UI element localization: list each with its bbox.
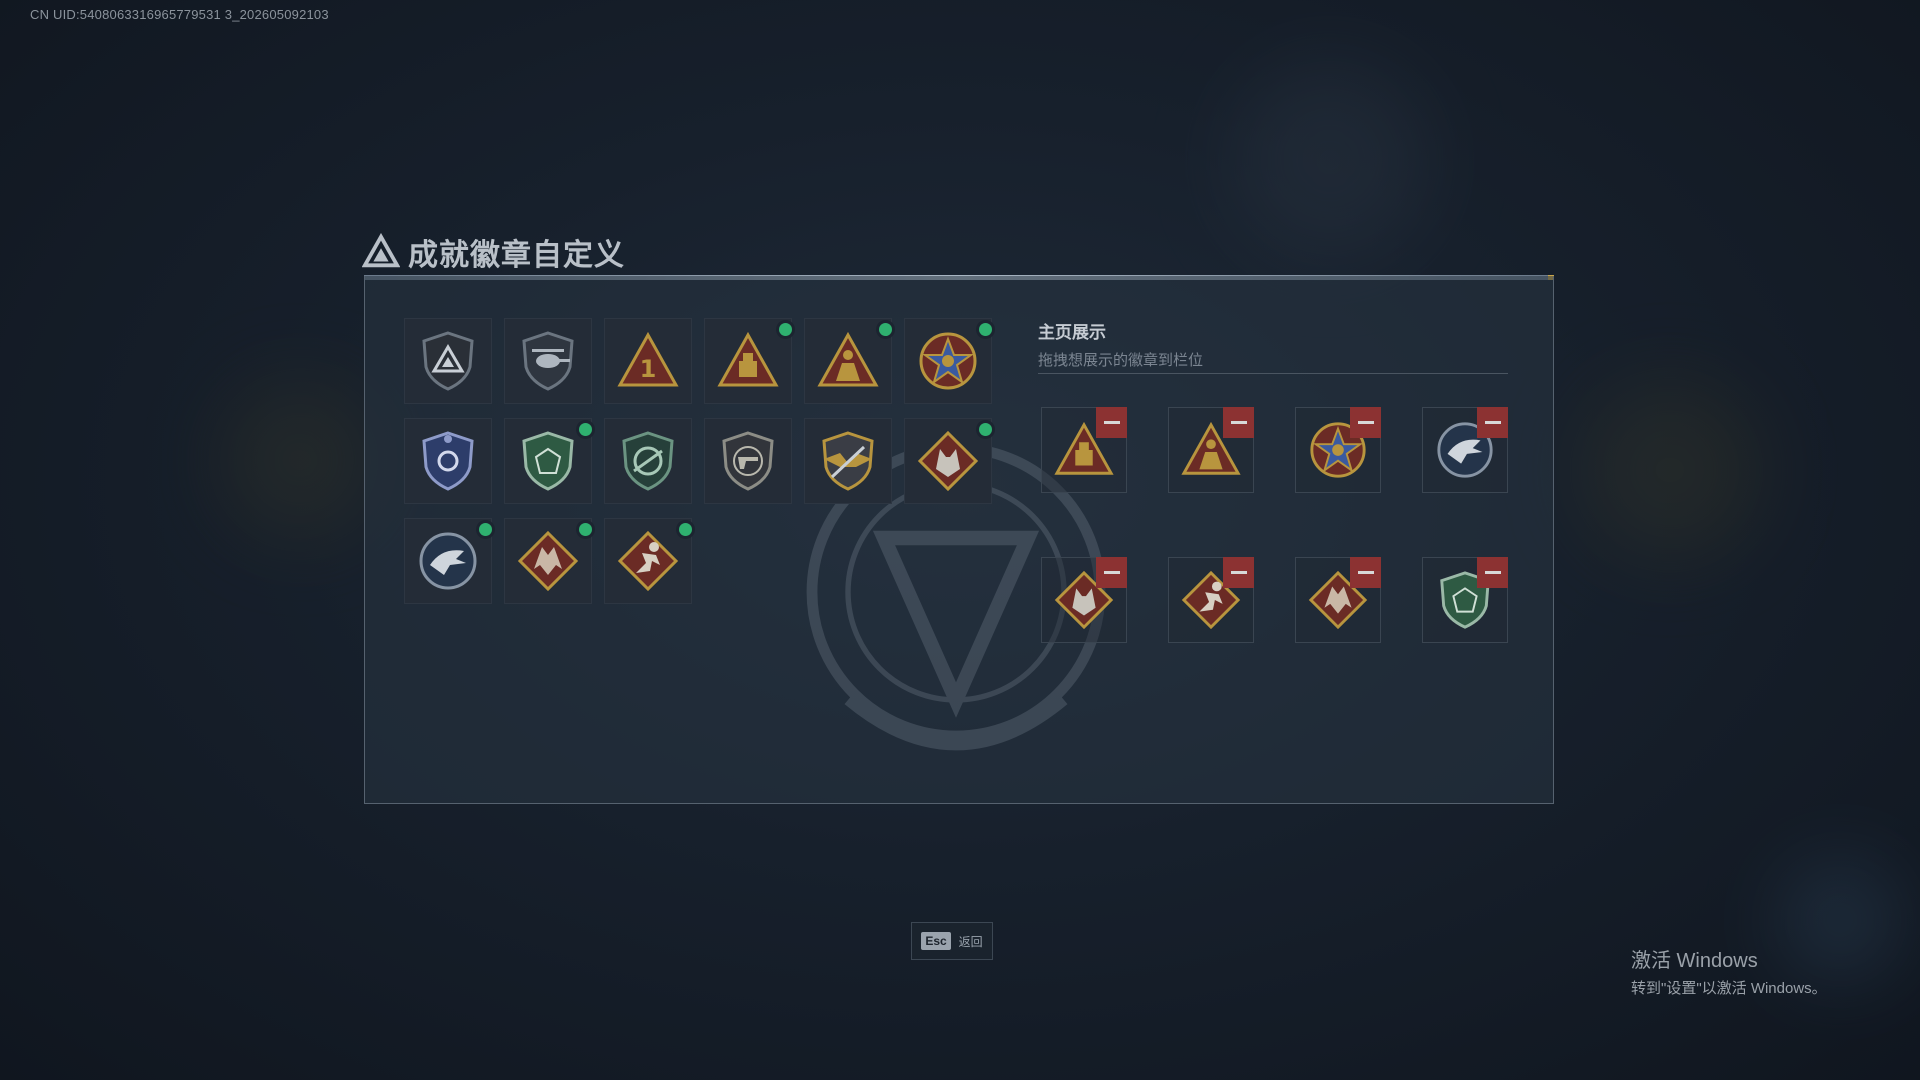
badge-cell[interactable] [404,318,492,404]
showcase-slot[interactable] [1422,407,1508,493]
windows-activation-notice: 激活 Windows 转到"设置"以激活 Windows。 [1631,944,1827,998]
star-medal-badge-icon [919,332,977,390]
helicopter-shield-badge-icon [522,331,574,391]
badge-cell[interactable] [704,318,792,404]
runner-diamond-badge-icon [617,530,679,592]
equipped-dot [979,323,992,336]
page-title: 成就徽章自定义 [408,238,625,273]
page-header: 成就徽章自定义 [362,230,625,274]
badge-cell[interactable] [404,418,492,504]
esc-key-hint: Esc [921,932,951,950]
badge-cell[interactable] [504,318,592,404]
badge-cell[interactable]: 1 [604,318,692,404]
equipped-dot [979,423,992,436]
badge-cell[interactable] [604,418,692,504]
activation-title: 激活 Windows [1631,950,1758,972]
remove-badge-button[interactable] [1096,557,1127,588]
remove-badge-button[interactable] [1350,557,1381,588]
showcase-slot[interactable] [1422,557,1508,643]
eagle-circle-badge-icon [419,532,477,590]
badge-cell[interactable] [904,318,992,404]
equipped-dot [679,523,692,536]
badge-cell[interactable] [804,318,892,404]
equipped-dot [479,523,492,536]
remove-badge-button[interactable] [1096,407,1127,438]
showcase-slot[interactable] [1168,557,1254,643]
badge-cell[interactable] [804,418,892,504]
activation-subtitle: 转到"设置"以激活 Windows。 [1631,980,1827,997]
equipped-dot [579,523,592,536]
showcase-divider [1038,373,1508,374]
showcase-slot[interactable] [1041,407,1127,493]
remove-badge-button[interactable] [1223,407,1254,438]
svg-text:1: 1 [640,355,657,383]
remove-badge-button[interactable] [1350,407,1381,438]
equipped-dot [579,423,592,436]
showcase-subtitle: 拖拽想展示的徽章到栏位 [1038,352,1204,369]
remove-badge-button[interactable] [1223,557,1254,588]
badge-cell[interactable] [904,418,992,504]
back-label: 返回 [958,934,983,949]
dragon-diamond-badge-icon [517,530,579,592]
remove-badge-button[interactable] [1477,557,1508,588]
pistol-target-badge-icon [722,431,774,491]
supply-crate-triangle-badge-icon [717,331,779,387]
triangle-shield-badge-icon [422,331,474,391]
showcase-slot[interactable] [1168,407,1254,493]
uid-text: CN UID:5408063316965779531 3_20260509210… [30,7,329,22]
green-beret-shield-badge-icon [522,431,574,491]
soldier-triangle-badge-icon [817,331,879,387]
showcase-header: 主页展示 拖拽想展示的徽章到栏位 [1038,318,1203,370]
badge-cell[interactable] [704,418,792,504]
showcase-slot[interactable] [1041,557,1127,643]
badge-cell[interactable] [604,518,692,604]
showcase-slot[interactable] [1295,557,1381,643]
triangle-logo-icon [362,233,400,268]
equipped-dot [779,323,792,336]
gold-wings-rifles-badge-icon [822,431,874,491]
remove-badge-button[interactable] [1477,407,1508,438]
back-button[interactable]: Esc 返回 [911,922,993,960]
police-blue-shield-badge-icon [422,431,474,491]
number-one-triangle-badge-icon: 1 [617,331,679,387]
showcase-title: 主页展示 [1038,323,1106,342]
badge-cell[interactable] [504,518,592,604]
wolf-diamond-badge-icon [917,430,979,492]
showcase-slot[interactable] [1295,407,1381,493]
crosshair-rifle-badge-icon [622,431,674,491]
badge-cell[interactable] [504,418,592,504]
badge-cell[interactable] [404,518,492,604]
equipped-dot [879,323,892,336]
